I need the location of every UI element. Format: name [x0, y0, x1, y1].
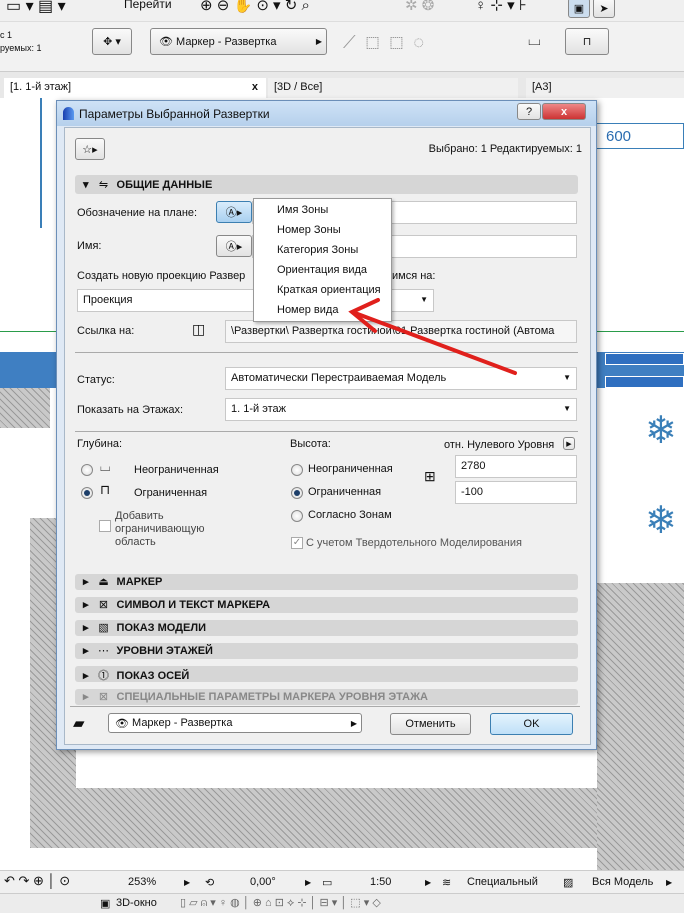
layer-combination[interactable]: Специальный [467, 876, 538, 888]
zoom-level[interactable]: 253% [128, 876, 156, 888]
scale-icon: ▭ [322, 877, 333, 889]
bottom-toolbar: ▣ 3D-окно ▯ ▱ ⍝ ▾ ♀ ◍ │ ⊕ ⌂ ⊡ ⟡ ⊹ │ ⊟ ▾ … [0, 893, 684, 913]
model-view-options[interactable]: Вся Модель [592, 876, 653, 888]
status-bar: ↶ ↷ ⊕ │ ⊙ 253% ▶ ⟲ 0,00° ▶ ▭ 1:50 ▶ ≋ Сп… [0, 870, 684, 893]
window-3d-icon[interactable]: ▣ [100, 897, 110, 910]
window-3d-button[interactable]: 3D-окно [116, 897, 157, 909]
undo-redo-zoom-icons[interactable]: ↶ ↷ ⊕ │ ⊙ [4, 873, 70, 889]
3d-tools-icons[interactable]: ▯ ▱ ⍝ ▾ ♀ ◍ │ ⊕ ⌂ ⊡ ⟡ ⊹ │ ⊟ ▾ │ ⬚ ▾ ◇ [180, 896, 381, 910]
layers-icon: ≋ [442, 877, 452, 889]
model-view-icon: ▨ [563, 877, 574, 889]
red-arrow-annotation [348, 298, 517, 375]
scale-value[interactable]: 1:50 [370, 876, 391, 888]
rotate-icon[interactable]: ⟲ [205, 876, 214, 889]
view-angle[interactable]: 0,00° [250, 876, 276, 888]
